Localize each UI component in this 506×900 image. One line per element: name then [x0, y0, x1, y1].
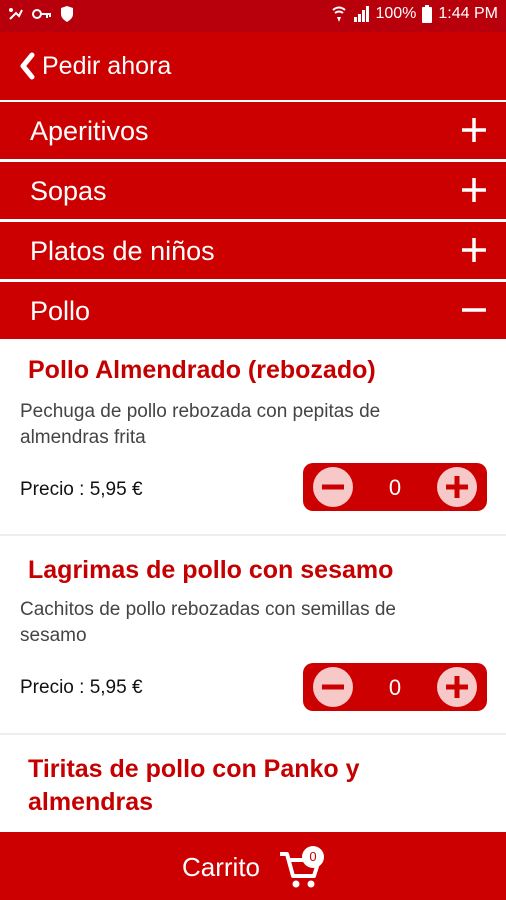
- clock: 1:44 PM: [438, 5, 498, 22]
- plus-icon: [462, 238, 486, 262]
- wifi-calling-icon: [332, 6, 347, 22]
- quantity-value: 0: [388, 675, 402, 700]
- battery-icon: [422, 5, 433, 23]
- menu-item: Tiritas de pollo con Panko y almendras: [0, 737, 506, 832]
- chevron-left-icon: [20, 52, 35, 80]
- status-right: 100% 1:44 PM: [331, 5, 498, 23]
- category-aperitivos[interactable]: Aperitivos: [0, 102, 506, 159]
- decrease-button[interactable]: [313, 667, 353, 707]
- minus-icon: [462, 308, 486, 312]
- increase-button[interactable]: [437, 467, 477, 507]
- menu-item: Pollo Almendrado (rebozado) Pechuga de p…: [0, 339, 506, 535]
- cart-count-badge: 0: [302, 846, 324, 868]
- cart-label: Carrito: [182, 852, 261, 882]
- notification-icon: [9, 8, 23, 20]
- status-left-icons: [8, 6, 74, 22]
- plus-icon: [462, 118, 486, 142]
- signal-icon: [354, 6, 370, 22]
- quantity-stepper: 0: [303, 463, 487, 511]
- item-price: Precio : 5,95 €: [20, 677, 143, 698]
- battery-percent: 100%: [375, 5, 417, 22]
- category-label: Platos de niños: [30, 236, 215, 266]
- item-description-line: almendras frita: [20, 427, 146, 448]
- category-label: Aperitivos: [30, 116, 149, 146]
- item-price: Precio : 5,95 €: [20, 479, 143, 500]
- item-description-line: sesamo: [20, 625, 87, 646]
- divider: [0, 733, 506, 735]
- quantity-stepper: 0: [303, 663, 487, 711]
- key-icon: [32, 9, 51, 19]
- item-name-line: almendras: [28, 788, 154, 816]
- category-label: Sopas: [30, 176, 107, 206]
- item-name: Lagrimas de pollo con sesamo: [28, 556, 394, 584]
- plus-icon: [462, 178, 486, 202]
- item-description-line: Pechuga de pollo rebozada con pepitas de: [20, 401, 381, 422]
- back-button[interactable]: Pedir ahora: [18, 48, 171, 84]
- category-platos-de-ninos[interactable]: Platos de niños: [0, 222, 506, 279]
- item-name-line: Tiritas de pollo con Panko y: [28, 755, 360, 783]
- divider: [0, 534, 506, 536]
- category-pollo[interactable]: Pollo: [0, 282, 506, 339]
- decrease-button[interactable]: [313, 467, 353, 507]
- category-label: Pollo: [30, 296, 91, 326]
- item-name: Pollo Almendrado (rebozado): [28, 356, 376, 384]
- status-bar: 100% 1:44 PM: [0, 0, 506, 32]
- quantity-value: 0: [388, 475, 402, 500]
- menu-item: Lagrimas de pollo con sesamo Cachitos de…: [0, 539, 506, 733]
- increase-button[interactable]: [437, 667, 477, 707]
- item-description-line: Cachitos de pollo rebozadas con semillas…: [20, 599, 396, 620]
- category-sopas[interactable]: Sopas: [0, 162, 506, 219]
- cart-button[interactable]: Carrito 0: [0, 832, 506, 900]
- app-bar: Pedir ahora: [0, 32, 506, 100]
- shield-icon: [61, 6, 73, 22]
- page-title: Pedir ahora: [42, 51, 172, 80]
